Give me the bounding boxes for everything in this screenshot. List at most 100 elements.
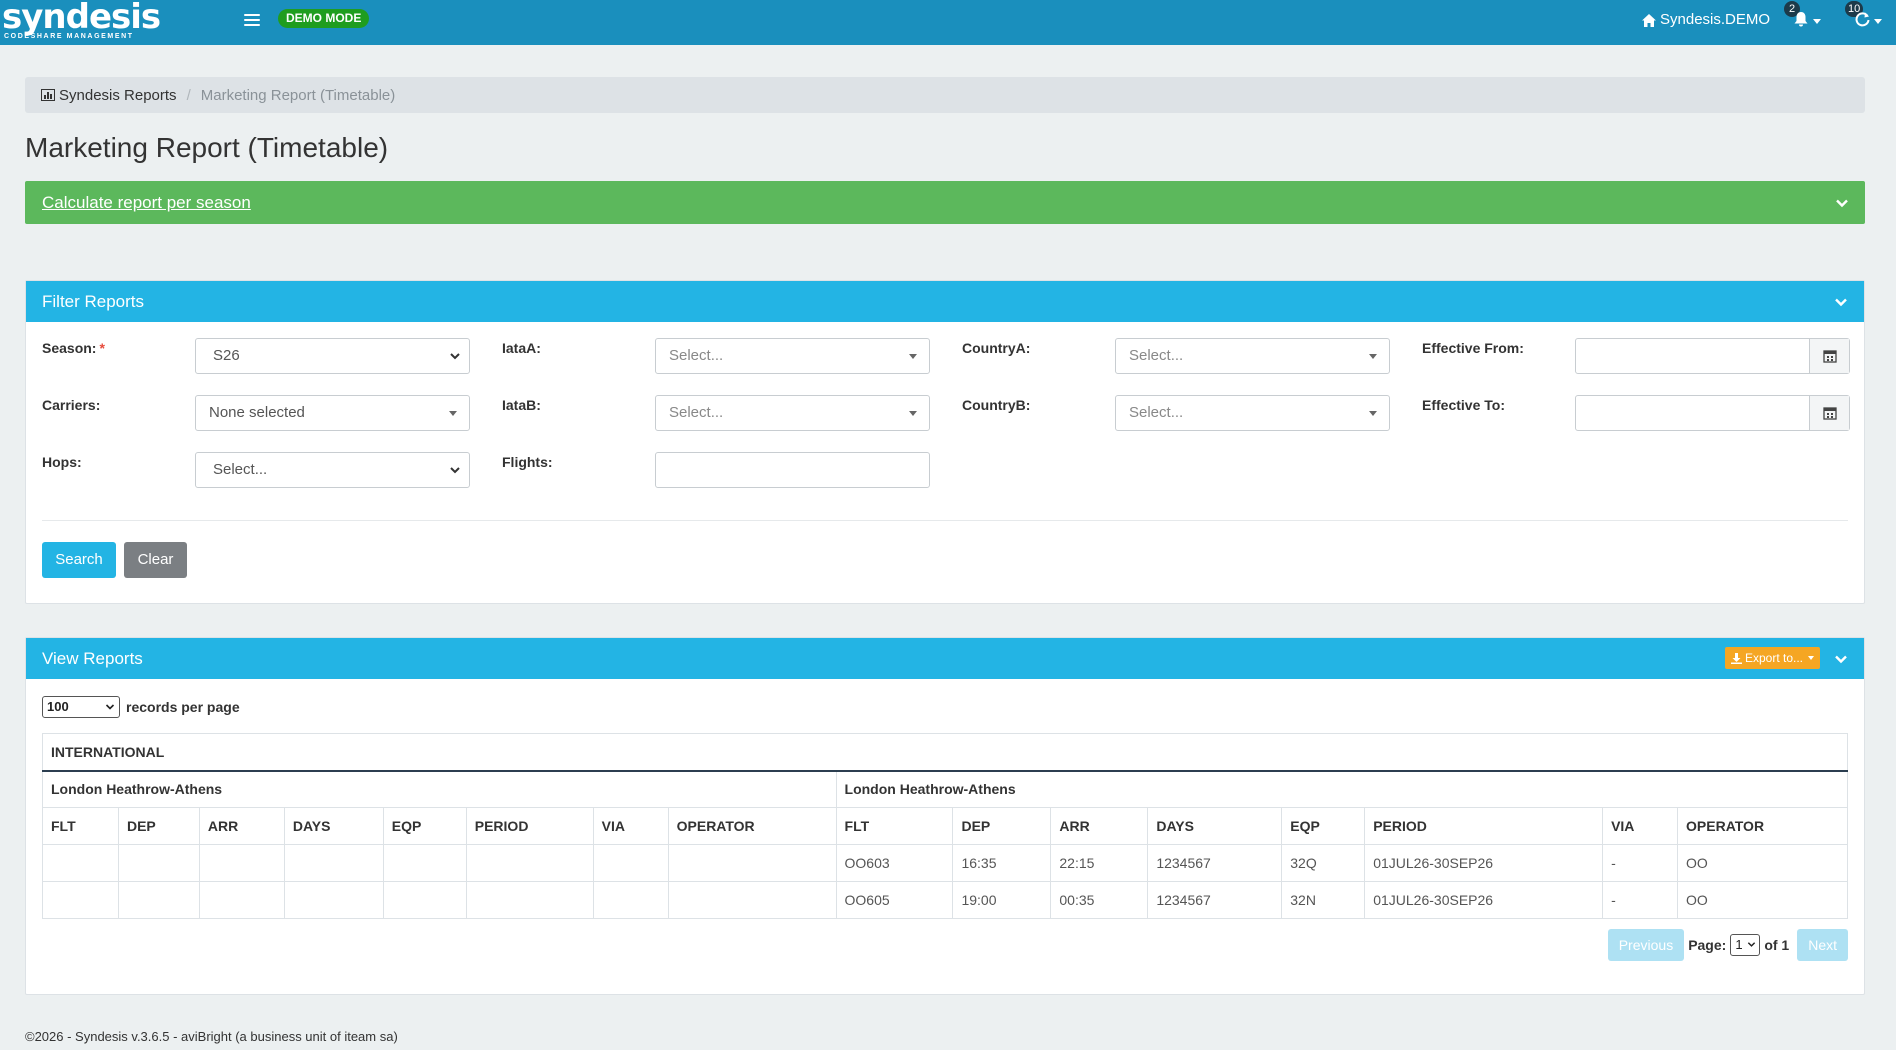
col-operator: OPERATOR (667, 807, 837, 845)
cell-period: 01JUL26-30SEP26 (1364, 881, 1604, 919)
hops-label: Hops: (42, 454, 82, 470)
records-per-page-label: records per page (126, 699, 240, 715)
refresh-icon (1855, 12, 1870, 27)
cell-eqp: 32Q (1281, 844, 1366, 882)
cell-days: 1234567 (1147, 844, 1283, 882)
cell-dep: 19:00 (952, 881, 1052, 919)
right-route-header: London Heathrow-Athens (835, 770, 1849, 808)
clear-button[interactable]: Clear (124, 542, 187, 578)
column-header-row: FLT DEP ARR DAYS EQP PERIOD VIA OPERATOR… (42, 807, 1848, 845)
cell-via: - (1602, 881, 1679, 919)
cell-flt: OO603 (835, 844, 954, 882)
table-row: OO605 19:00 00:35 1234567 32N 01JUL26-30… (42, 881, 1848, 919)
col-flt: FLT (42, 807, 119, 845)
bar-chart-icon (41, 89, 55, 101)
col-eqp: EQP (382, 807, 467, 845)
col-flt: FLT (835, 807, 954, 845)
season-label: Season: * (42, 340, 105, 356)
cell-operator: OO (1677, 844, 1848, 882)
effective-from-calendar-button[interactable] (1809, 339, 1849, 373)
bell-icon (1794, 12, 1808, 27)
notifications-button[interactable]: 2 (1784, 1, 1824, 33)
filter-panel-title: Filter Reports (42, 292, 145, 311)
sync-button[interactable]: 10 (1845, 1, 1885, 33)
menu-toggle-icon[interactable] (244, 11, 260, 29)
cell-dep: 16:35 (952, 844, 1052, 882)
chevron-down-icon[interactable] (1835, 196, 1849, 210)
demo-mode-badge: DEMO MODE (278, 9, 370, 28)
cell-arr: 00:35 (1050, 881, 1149, 919)
countryB-select[interactable]: Select... (1115, 395, 1390, 431)
countryA-select[interactable]: Select... (1115, 338, 1390, 374)
filter-reports-panel: Filter Reports Season: * S26 Carriers: No… (25, 280, 1865, 604)
countryA-label: CountryA: (962, 340, 1031, 356)
effective-from-input[interactable] (1575, 338, 1850, 374)
page-label: Page: (1688, 937, 1727, 953)
cell-days: 1234567 (1147, 881, 1283, 919)
top-navbar: syndesis CODESHARE MANAGEMENT DEMO MODE … (0, 0, 1896, 45)
brand-logo[interactable]: syndesis CODESHARE MANAGEMENT (2, 0, 161, 45)
view-reports-panel: View Reports Export to... 100 records pe… (25, 637, 1865, 995)
iataB-select[interactable]: Select... (655, 395, 930, 431)
col-arr: ARR (1050, 807, 1149, 845)
col-days: DAYS (1147, 807, 1283, 845)
flights-label: Flights: (502, 454, 553, 470)
chevron-down-icon (450, 467, 460, 474)
breadcrumb-root[interactable]: Syndesis Reports (41, 87, 177, 104)
chevron-down-icon[interactable] (1834, 652, 1848, 666)
cell-via: - (1602, 844, 1679, 882)
carriers-multiselect[interactable]: None selected (195, 395, 470, 431)
effective-to-label: Effective To: (1422, 397, 1505, 413)
calculate-report-link[interactable]: Calculate report per season (42, 193, 251, 213)
view-panel-title: View Reports (42, 649, 143, 668)
previous-page-button[interactable]: Previous (1607, 929, 1685, 961)
calendar-icon (1822, 407, 1837, 420)
carriers-label: Carriers: (42, 397, 101, 413)
next-page-button[interactable]: Next (1797, 929, 1848, 961)
flights-input[interactable] (655, 452, 930, 488)
cell-flt: OO605 (835, 881, 954, 919)
cell-arr: 22:15 (1050, 844, 1149, 882)
col-period: PERIOD (465, 807, 594, 845)
home-icon (1642, 13, 1656, 27)
col-days: DAYS (283, 807, 384, 845)
form-divider (42, 520, 1848, 521)
col-arr: ARR (198, 807, 285, 845)
season-select[interactable]: S26 (195, 338, 470, 374)
calendar-icon (1822, 350, 1837, 363)
hops-select[interactable]: Select... (195, 452, 470, 488)
brand-tagline: CODESHARE MANAGEMENT (4, 33, 134, 40)
chevron-down-icon[interactable] (1834, 295, 1848, 309)
records-per-page-select[interactable]: 100 (42, 696, 120, 718)
effective-to-calendar-button[interactable] (1809, 396, 1849, 430)
cell-period: 01JUL26-30SEP26 (1364, 844, 1604, 882)
iataA-select[interactable]: Select... (655, 338, 930, 374)
col-via: VIA (1602, 807, 1679, 845)
iataB-label: IataB: (502, 397, 541, 413)
col-via: VIA (592, 807, 669, 845)
page-select[interactable]: 1 (1730, 934, 1761, 956)
report-table: INTERNATIONAL London Heathrow-Athens Lon… (42, 733, 1849, 919)
page-title: Marketing Report (Timetable) (25, 132, 389, 163)
countryB-label: CountryB: (962, 397, 1031, 413)
col-dep: DEP (952, 807, 1052, 845)
cell-operator: OO (1677, 881, 1848, 919)
chevron-down-icon (105, 704, 115, 710)
download-icon (1730, 652, 1742, 664)
home-link[interactable]: Syndesis.DEMO (1642, 9, 1770, 31)
iataA-label: IataA: (502, 340, 541, 356)
col-operator: OPERATOR (1677, 807, 1848, 845)
col-period: PERIOD (1364, 807, 1604, 845)
export-dropdown-button[interactable]: Export to... (1724, 647, 1820, 669)
chevron-down-icon (1748, 942, 1756, 947)
breadcrumb: Syndesis Reports / Marketing Report (Tim… (25, 77, 1865, 113)
breadcrumb-separator: / (186, 86, 191, 104)
breadcrumb-current: Marketing Report (Timetable) (200, 86, 396, 104)
left-route-header: London Heathrow-Athens (42, 770, 837, 808)
search-button[interactable]: Search (42, 542, 116, 578)
footer-text: ©2026 - Syndesis v.3.6.5 - aviBright (a … (25, 1029, 398, 1044)
section-header: INTERNATIONAL (42, 733, 1848, 772)
effective-to-input[interactable] (1575, 395, 1850, 431)
table-row: OO603 16:35 22:15 1234567 32Q 01JUL26-30… (42, 844, 1848, 882)
cell-eqp: 32N (1281, 881, 1366, 919)
